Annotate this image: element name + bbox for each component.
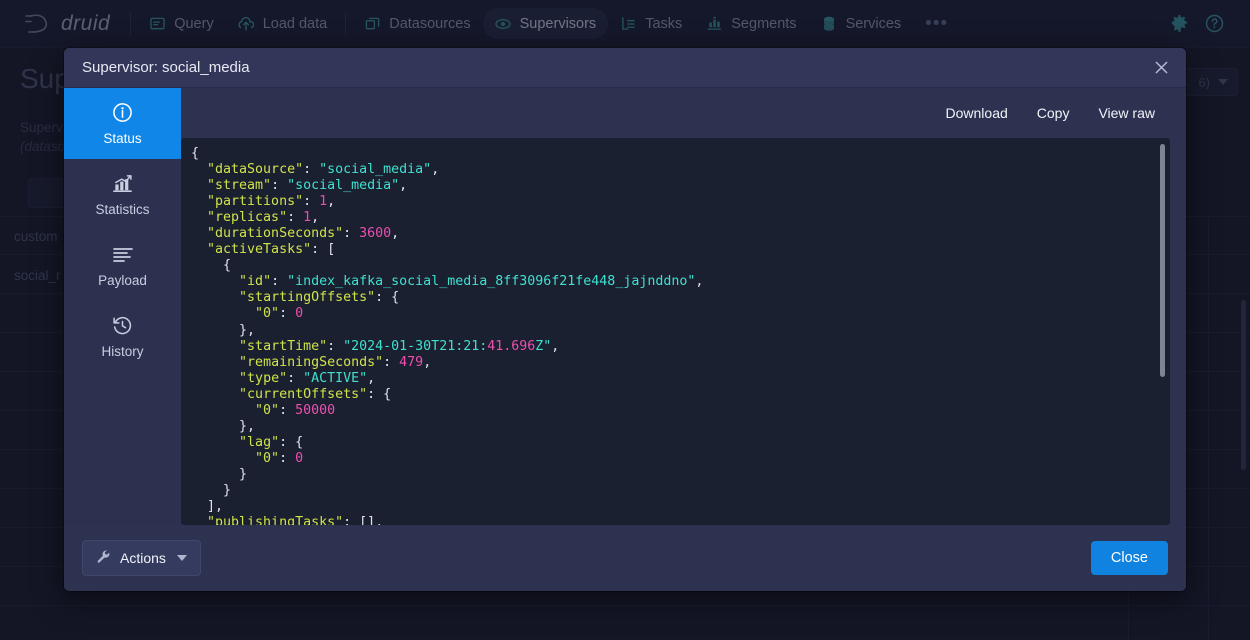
sidebar-item-history[interactable]: History: [64, 301, 181, 372]
dialog-body: Status Statistics Payload History: [64, 88, 1186, 525]
sidebar-item-label: Payload: [98, 273, 147, 288]
info-icon: [112, 102, 134, 124]
view-raw-button[interactable]: View raw: [1087, 98, 1166, 128]
align-left-icon: [112, 244, 134, 266]
wrench-icon: [96, 549, 111, 567]
json-code: { "dataSource": "social_media", "stream"…: [181, 138, 1170, 525]
json-viewer-scrollbar[interactable]: [1160, 144, 1165, 377]
sidebar-item-status[interactable]: Status: [64, 88, 181, 159]
dialog-footer: Actions Close: [64, 525, 1186, 591]
chevron-down-icon: [177, 555, 187, 561]
json-viewer[interactable]: { "dataSource": "social_media", "stream"…: [181, 138, 1170, 525]
actions-button[interactable]: Actions: [82, 540, 201, 576]
close-icon[interactable]: [1146, 53, 1176, 83]
sidebar-item-statistics[interactable]: Statistics: [64, 159, 181, 230]
sidebar-item-label: Statistics: [95, 202, 149, 217]
supervisor-dialog: Supervisor: social_media Status Statisti…: [64, 48, 1186, 591]
sidebar-item-payload[interactable]: Payload: [64, 230, 181, 301]
download-button[interactable]: Download: [935, 98, 1019, 128]
sidebar-item-label: Status: [103, 131, 141, 146]
actions-button-label: Actions: [120, 550, 166, 566]
dialog-content: Download Copy View raw { "dataSource": "…: [181, 88, 1186, 525]
chart-icon: [112, 173, 134, 195]
dialog-title: Supervisor: social_media: [82, 59, 250, 76]
dialog-sidebar: Status Statistics Payload History: [64, 88, 181, 525]
copy-button[interactable]: Copy: [1026, 98, 1081, 128]
code-toolbar: Download Copy View raw: [181, 88, 1170, 138]
sidebar-item-label: History: [101, 344, 143, 359]
history-icon: [112, 315, 134, 337]
close-button[interactable]: Close: [1091, 541, 1168, 575]
dialog-header: Supervisor: social_media: [64, 48, 1186, 88]
